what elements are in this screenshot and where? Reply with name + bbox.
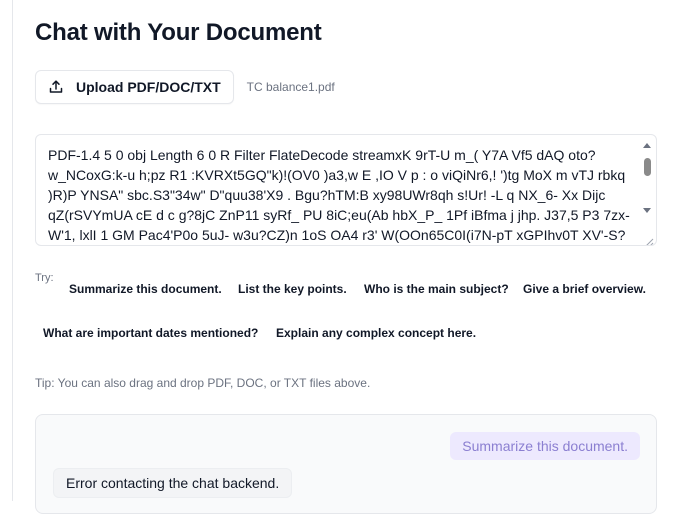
scroll-up-arrow-icon[interactable] [643,143,651,148]
suggestion-dates[interactable]: What are important dates mentioned? [43,326,258,340]
document-line: w_NCoxG:k-u h;pz R1 :KVRXt5GQ"k)!(OV0 )a… [48,167,630,183]
suggestion-overview[interactable]: Give a brief overview. [523,282,646,296]
scroll-thumb[interactable] [644,158,651,176]
resize-handle-icon[interactable] [645,234,654,245]
upload-button[interactable]: Upload PDF/DOC/TXT [35,70,234,104]
document-line: W'1, lxlI 1 GM Pac4'P0o 5uJ- w3u?CZ)n 1o… [48,227,626,243]
scroll-down-arrow-icon[interactable] [643,208,651,213]
upload-row: Upload PDF/DOC/TXT TC balance1.pdf [35,70,335,104]
upload-button-label: Upload PDF/DOC/TXT [76,79,221,95]
try-label: Try: [35,272,54,284]
suggestion-summarize[interactable]: Summarize this document. [69,282,222,296]
drag-drop-tip: Tip: You can also drag and drop PDF, DOC… [35,376,371,390]
upload-icon [48,79,64,95]
sidebar-edge [0,0,13,501]
document-textarea[interactable]: PDF-1.4 5 0 obj Length 6 0 R Filter Flat… [35,134,657,246]
suggestion-complex-concept[interactable]: Explain any complex concept here. [276,326,476,340]
document-line: )R)P YNSA" sbc.S3"34w" D"quu38'X9 . Bgu?… [48,187,606,203]
chat-panel: Summarize this document. Error contactin… [35,414,657,514]
document-line: qZ(rSVYmUA cE d c g?8jC ZnP11 syRf_ PU 8… [48,207,630,223]
assistant-message: Error contacting the chat backend. [53,468,293,498]
suggestion-main-subject[interactable]: Who is the main subject? [364,282,509,296]
page-title: Chat with Your Document [35,19,322,46]
selected-filename: TC balance1.pdf [246,80,335,94]
document-line: PDF-1.4 5 0 obj Length 6 0 R Filter Flat… [48,147,596,163]
suggestion-key-points[interactable]: List the key points. [238,282,347,296]
user-message: Summarize this document. [450,432,640,460]
document-content: PDF-1.4 5 0 obj Length 6 0 R Filter Flat… [48,145,630,245]
document-scrollbar[interactable] [640,137,654,231]
